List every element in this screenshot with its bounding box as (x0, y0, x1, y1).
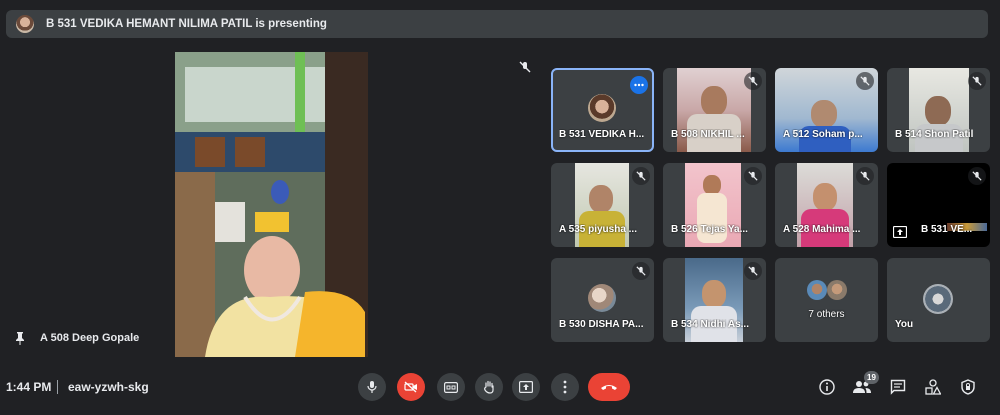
end-call-icon (601, 385, 617, 390)
present-screen-icon (519, 381, 533, 393)
presenter-avatar (16, 15, 34, 33)
chat-icon (890, 379, 906, 395)
mic-off-icon (632, 262, 650, 280)
more-vert-icon (563, 380, 567, 394)
mic-icon (367, 381, 377, 393)
present-screen-icon (892, 225, 908, 239)
participant-name: B 531 VE... (921, 224, 973, 235)
participant-tile[interactable]: B 526 Tejas Ya... (663, 163, 766, 247)
participant-tile[interactable]: A 512 Soham p... (775, 68, 878, 152)
mic-off-icon (632, 167, 650, 185)
chat-button[interactable] (887, 376, 909, 398)
more-options-icon[interactable] (630, 76, 648, 94)
mic-off-icon (744, 167, 762, 185)
participant-name: B 508 NIKHIL ... (671, 129, 745, 140)
others-tile[interactable]: 7 others (775, 258, 878, 342)
present-now-button[interactable] (512, 373, 540, 401)
participant-count-badge: 19 (864, 371, 879, 384)
captions-icon (444, 381, 458, 393)
shield-icon (961, 379, 975, 395)
mic-off-icon (968, 167, 986, 185)
participant-tile[interactable]: B 508 NIKHIL ... (663, 68, 766, 152)
participant-name: B 530 DISHA PA... (559, 319, 644, 330)
pinned-participant-name: A 508 Deep Gopale (40, 332, 140, 344)
participant-tile[interactable]: B 514 Shon Patil (887, 68, 990, 152)
clock-time: 1:44 PM (6, 380, 52, 394)
meeting-details-button[interactable] (816, 376, 838, 398)
captions-button[interactable] (437, 373, 465, 401)
participant-tile[interactable]: B 530 DISHA PA... (551, 258, 654, 342)
participant-name: B 531 VEDIKA H... (559, 129, 645, 140)
main-video-frame (175, 52, 368, 357)
participant-name: A 512 Soham p... (783, 129, 863, 140)
participant-tile[interactable]: B 531 VE... (887, 163, 990, 247)
mic-off-icon (744, 72, 762, 90)
mic-off-icon (856, 72, 874, 90)
bottom-control-bar: 1:44 PM eaw-yzwh-skg 19 (0, 368, 1000, 415)
others-count: 7 others (808, 309, 845, 320)
pinned-participant-label: A 508 Deep Gopale (14, 331, 139, 345)
participant-name: A 528 Mahima ... (783, 224, 861, 235)
self-tile[interactable]: You (887, 258, 990, 342)
participant-avatar (807, 280, 827, 300)
people-button[interactable]: 19 (851, 371, 879, 398)
microphone-button[interactable] (358, 373, 386, 401)
participant-tile[interactable]: A 535 piyusha ... (551, 163, 654, 247)
hand-icon (484, 380, 494, 394)
participant-name: You (895, 319, 914, 330)
main-video[interactable] (175, 52, 368, 357)
leave-call-button[interactable] (588, 373, 630, 401)
participant-tile[interactable]: B 531 VEDIKA H... (551, 68, 654, 152)
participant-name: B 514 Shon Patil (895, 129, 974, 140)
participant-tile[interactable]: A 528 Mahima ... (775, 163, 878, 247)
activities-button[interactable] (922, 376, 944, 398)
info-icon (819, 379, 835, 395)
pin-icon[interactable] (14, 331, 28, 345)
camera-off-icon (404, 381, 417, 393)
mic-off-icon (856, 167, 874, 185)
participant-name: A 535 piyusha ... (559, 224, 637, 235)
presenting-banner: B 531 VEDIKA HEMANT NILIMA PATIL is pres… (6, 10, 988, 38)
participant-avatar (827, 280, 847, 300)
more-options-button[interactable] (551, 373, 579, 401)
activities-icon (925, 379, 941, 395)
mic-off-icon (517, 59, 533, 75)
self-avatar (923, 284, 953, 314)
participant-avatar (588, 284, 616, 312)
mic-off-icon (744, 262, 762, 280)
participant-name: B 534 Nidhi As... (671, 319, 749, 330)
participant-name: B 526 Tejas Ya... (671, 224, 748, 235)
participant-avatar (588, 94, 616, 122)
camera-off-button[interactable] (397, 373, 425, 401)
divider (57, 380, 58, 394)
participant-tile[interactable]: B 534 Nidhi As... (663, 258, 766, 342)
mic-off-icon (968, 72, 986, 90)
raise-hand-button[interactable] (475, 373, 503, 401)
meeting-code: eaw-yzwh-skg (68, 380, 149, 394)
presenting-text: B 531 VEDIKA HEMANT NILIMA PATIL is pres… (46, 18, 327, 30)
host-controls-button[interactable] (957, 376, 979, 398)
